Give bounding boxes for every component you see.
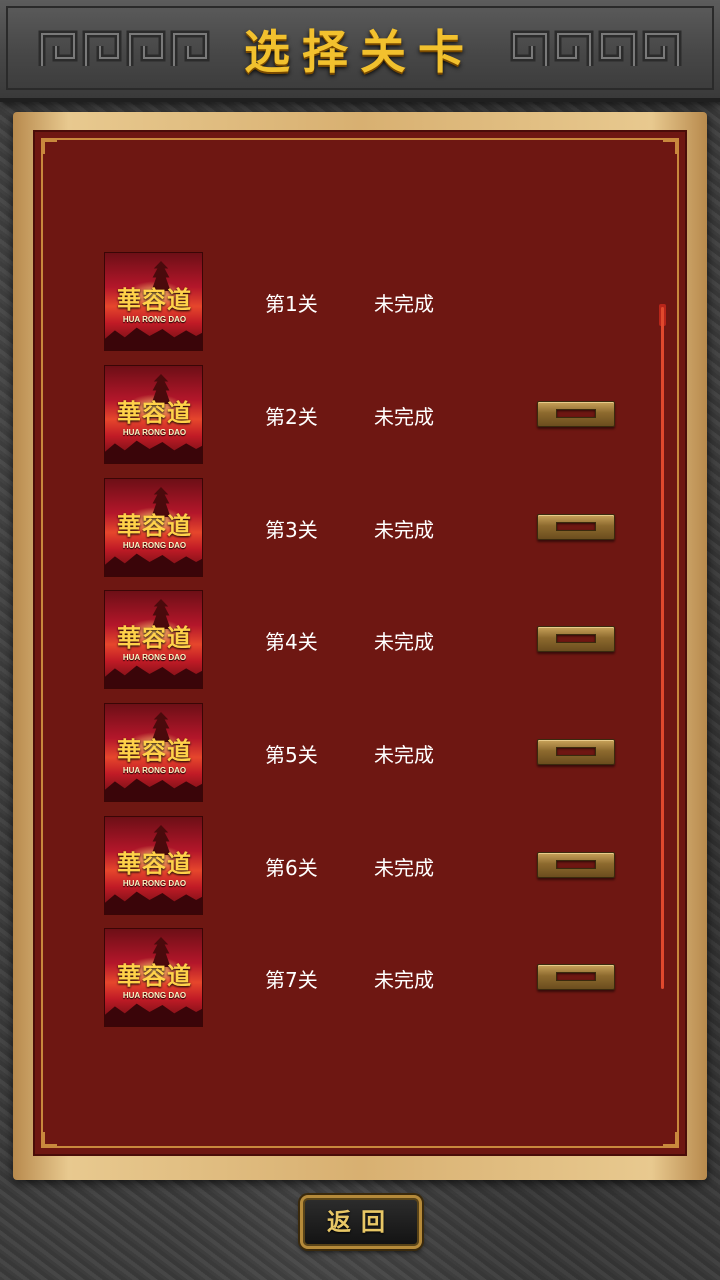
corner-ornament (43, 1132, 57, 1146)
level-thumbnail[interactable]: 華容道 HUA RONG DAO (104, 590, 203, 689)
thumbnail-subtitle: HUA RONG DAO (122, 653, 187, 662)
thumbnail-logo: 華容道 (117, 285, 192, 314)
lock-icon (537, 852, 615, 878)
thumbnail-hills (105, 553, 202, 576)
level-thumbnail[interactable]: 華容道 HUA RONG DAO (104, 816, 203, 915)
thumbnail-hills (105, 891, 202, 914)
back-button[interactable]: 返回 (300, 1195, 422, 1249)
level-row-2[interactable]: 華容道 HUA RONG DAO 第2关 未完成 (35, 365, 689, 465)
lock-icon (537, 964, 615, 990)
thumbnail-hills (105, 665, 202, 688)
thumbnail-logo: 華容道 (117, 511, 192, 540)
thumbnail-hills (105, 1003, 202, 1026)
lock-slot (556, 409, 596, 418)
scroll-frame: 華容道 HUA RONG DAO 第1关 未完成 華容道 HUA RONG DA… (13, 112, 707, 1180)
thumbnail-subtitle: HUA RONG DAO (122, 879, 187, 888)
level-name: 第3关 (265, 518, 318, 542)
thumbnail-subtitle: HUA RONG DAO (122, 541, 187, 550)
corner-ornament (663, 1132, 677, 1146)
lock-icon (537, 401, 615, 427)
level-list-panel[interactable]: 華容道 HUA RONG DAO 第1关 未完成 華容道 HUA RONG DA… (33, 130, 687, 1156)
thumbnail-hills (105, 440, 202, 463)
level-row-5[interactable]: 華容道 HUA RONG DAO 第5关 未完成 (35, 703, 689, 803)
thumbnail-subtitle: HUA RONG DAO (122, 766, 187, 775)
level-row-6[interactable]: 華容道 HUA RONG DAO 第6关 未完成 (35, 816, 689, 916)
thumbnail-logo: 華容道 (117, 736, 192, 765)
thumbnail-subtitle: HUA RONG DAO (122, 991, 187, 1000)
header-bar: 选择关卡 (0, 0, 720, 102)
level-name: 第6关 (265, 856, 318, 880)
level-status: 未完成 (374, 630, 434, 654)
level-row-1[interactable]: 華容道 HUA RONG DAO 第1关 未完成 (35, 252, 689, 352)
level-status: 未完成 (374, 518, 434, 542)
level-name: 第1关 (265, 292, 318, 316)
lock-icon (537, 739, 615, 765)
level-thumbnail[interactable]: 華容道 HUA RONG DAO (104, 478, 203, 577)
lock-slot (556, 747, 596, 756)
scrollbar-track[interactable] (661, 307, 664, 989)
thumbnail-logo: 華容道 (117, 398, 192, 427)
thumbnail-subtitle: HUA RONG DAO (122, 428, 187, 437)
thumbnail-subtitle: HUA RONG DAO (122, 315, 187, 324)
thumbnail-logo: 華容道 (117, 623, 192, 652)
level-thumbnail[interactable]: 華容道 HUA RONG DAO (104, 928, 203, 1027)
level-status: 未完成 (374, 743, 434, 767)
lock-slot (556, 860, 596, 869)
level-thumbnail[interactable]: 華容道 HUA RONG DAO (104, 252, 203, 351)
level-row-4[interactable]: 華容道 HUA RONG DAO 第4关 未完成 (35, 590, 689, 690)
lock-slot (556, 972, 596, 981)
corner-ornament (43, 140, 57, 154)
level-thumbnail[interactable]: 華容道 HUA RONG DAO (104, 703, 203, 802)
meander-pattern-right (510, 30, 682, 66)
level-name: 第7关 (265, 968, 318, 992)
level-name: 第4关 (265, 630, 318, 654)
lock-icon (537, 514, 615, 540)
level-status: 未完成 (374, 968, 434, 992)
level-name: 第2关 (265, 405, 318, 429)
thumbnail-logo: 華容道 (117, 961, 192, 990)
thumbnail-hills (105, 327, 202, 350)
level-row-3[interactable]: 華容道 HUA RONG DAO 第3关 未完成 (35, 478, 689, 578)
thumbnail-logo: 華容道 (117, 849, 192, 878)
level-name: 第5关 (265, 743, 318, 767)
level-status: 未完成 (374, 292, 434, 316)
level-status: 未完成 (374, 856, 434, 880)
lock-icon (537, 626, 615, 652)
level-status: 未完成 (374, 405, 434, 429)
thumbnail-hills (105, 778, 202, 801)
level-row-7[interactable]: 華容道 HUA RONG DAO 第7关 未完成 (35, 928, 689, 1028)
lock-slot (556, 634, 596, 643)
level-thumbnail[interactable]: 華容道 HUA RONG DAO (104, 365, 203, 464)
lock-slot (556, 522, 596, 531)
corner-ornament (663, 140, 677, 154)
